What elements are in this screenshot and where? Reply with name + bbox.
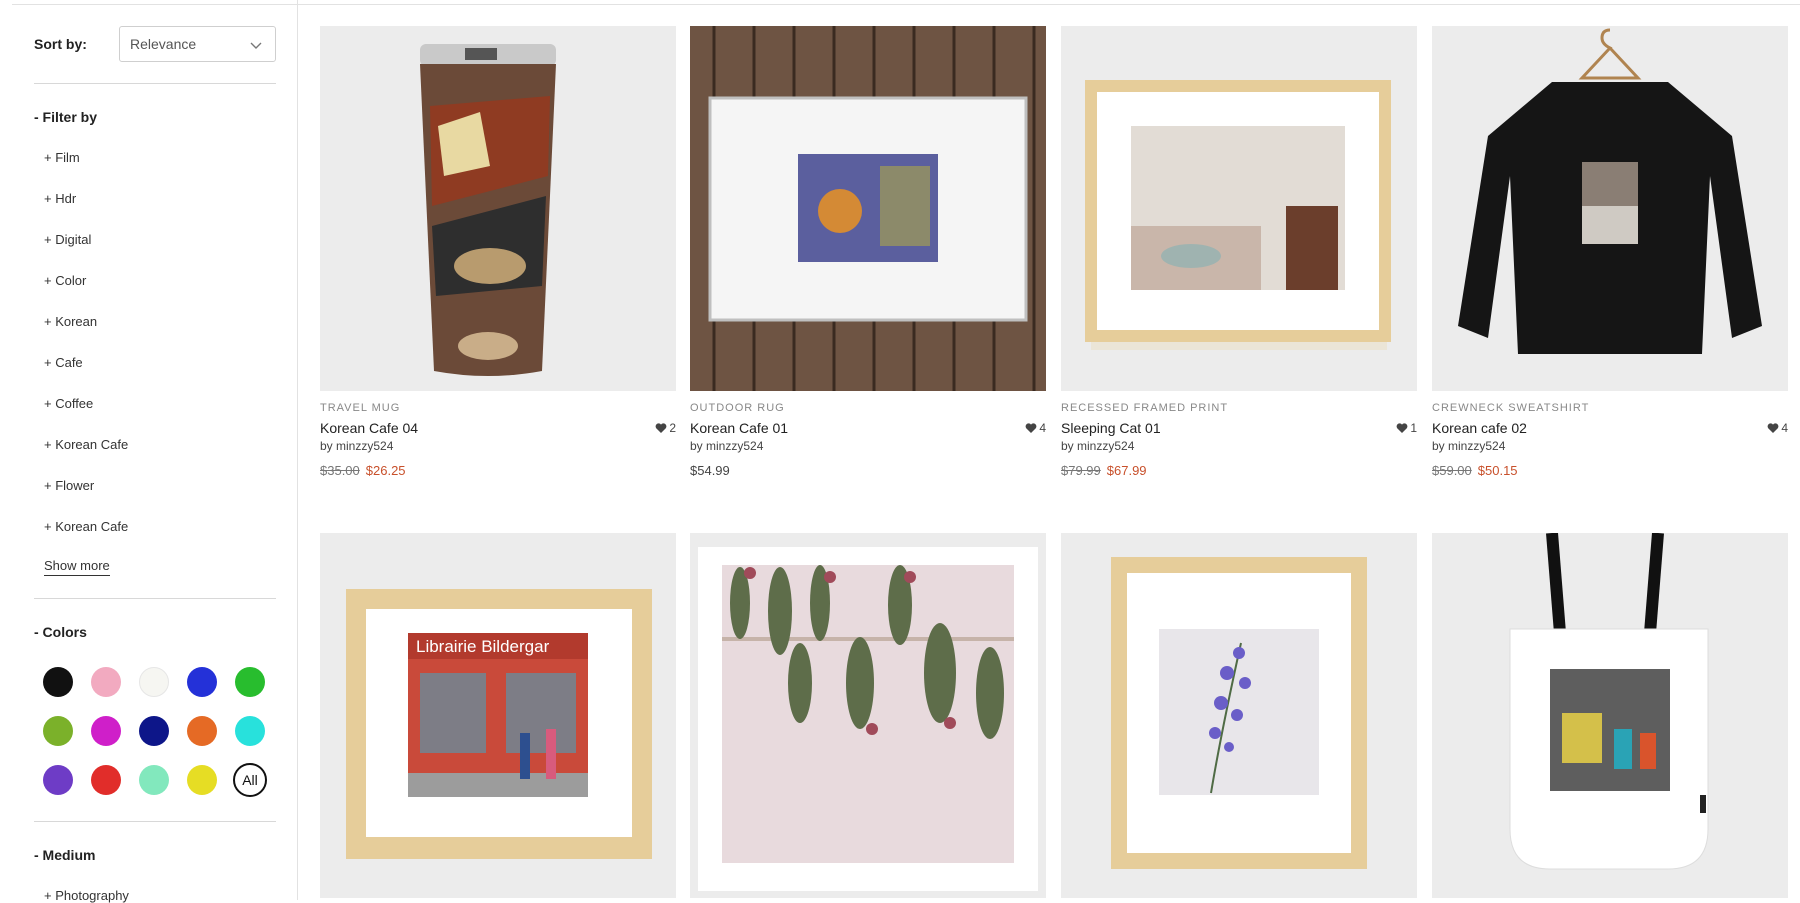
product-type: CREWNECK SWEATSHIRT — [1432, 402, 1590, 414]
product-card[interactable]: RECESSED FRAMED PRINT Sleeping Cat 01 1 … — [1061, 26, 1417, 478]
show-more-link[interactable]: Show more — [44, 558, 110, 576]
divider — [34, 83, 276, 84]
product-type: OUTDOOR RUG — [690, 402, 785, 414]
filter-item[interactable]: + Digital — [44, 232, 91, 247]
original-price: $35.00 — [320, 463, 360, 478]
product-image-outdoor-rug[interactable] — [690, 26, 1046, 391]
filter-item[interactable]: + Color — [44, 273, 86, 288]
travel-mug-image — [320, 26, 676, 391]
filter-item[interactable]: + Korean Cafe — [44, 519, 128, 534]
filter-item[interactable]: + Film — [44, 150, 80, 165]
filter-item[interactable]: + Hdr — [44, 191, 76, 206]
product-image-framed-flower[interactable] — [1061, 533, 1417, 898]
color-swatch[interactable] — [139, 667, 169, 697]
product-price: $79.99 $67.99 — [1061, 463, 1417, 478]
filter-item-photography[interactable]: + Photography — [44, 888, 129, 903]
framed-flower-image — [1061, 533, 1417, 898]
sale-price: $50.15 — [1477, 463, 1518, 478]
original-price: $59.00 — [1432, 463, 1472, 478]
filter-item[interactable]: + Flower — [44, 478, 94, 493]
product-name[interactable]: Korean Cafe 04 — [320, 420, 418, 436]
sort-label: Sort by: — [34, 36, 87, 52]
filter-item[interactable]: + Coffee — [44, 396, 93, 411]
product-price: $35.00 $26.25 — [320, 463, 676, 478]
product-type: TRAVEL MUG — [320, 402, 401, 414]
filter-item[interactable]: + Korean Cafe — [44, 437, 128, 452]
divider — [34, 821, 276, 822]
product-artist[interactable]: by minzzy524 — [320, 439, 676, 453]
likes-count: 4 — [1039, 421, 1046, 435]
price: $54.99 — [690, 463, 730, 478]
product-price: $54.99 — [690, 463, 1046, 478]
dried-flowers-image — [690, 533, 1046, 898]
color-swatch[interactable] — [235, 667, 265, 697]
sidebar-divider — [297, 0, 298, 900]
product-name[interactable]: Korean cafe 02 — [1432, 420, 1527, 436]
product-card[interactable] — [690, 533, 1046, 898]
sweatshirt-image — [1432, 26, 1788, 391]
sort-dropdown[interactable]: Relevance — [119, 26, 276, 62]
product-artist[interactable]: by minzzy524 — [1061, 439, 1417, 453]
heart-icon — [1767, 423, 1779, 433]
likes-button[interactable]: 2 — [655, 421, 676, 435]
color-swatch[interactable] — [187, 716, 217, 746]
product-image-framed-print[interactable] — [1061, 26, 1417, 391]
chevron-down-icon — [250, 42, 262, 49]
color-swatch[interactable] — [91, 765, 121, 795]
product-card[interactable] — [1061, 533, 1417, 898]
product-image-sweatshirt[interactable] — [1432, 26, 1788, 391]
color-swatch[interactable] — [139, 765, 169, 795]
heart-icon — [1396, 423, 1408, 433]
outdoor-rug-image — [690, 26, 1046, 391]
filter-by-toggle[interactable]: - Filter by — [34, 109, 97, 125]
product-name[interactable]: Sleeping Cat 01 — [1061, 420, 1161, 436]
color-swatch[interactable] — [139, 716, 169, 746]
tote-bag-image — [1432, 533, 1788, 898]
product-card[interactable]: OUTDOOR RUG Korean Cafe 01 4 by minzzy52… — [690, 26, 1046, 478]
framed-bookstore-image: Librairie Bildergar — [320, 533, 676, 898]
product-price: $59.00 $50.15 — [1432, 463, 1788, 478]
color-swatch[interactable] — [187, 765, 217, 795]
product-card[interactable]: TRAVEL MUG Korean Cafe 04 2 by minzzy524… — [320, 26, 676, 478]
product-card[interactable] — [1432, 533, 1788, 898]
product-name[interactable]: Korean Cafe 01 — [690, 420, 788, 436]
color-swatch[interactable] — [43, 765, 73, 795]
heart-icon — [1025, 423, 1037, 433]
sort-value: Relevance — [130, 36, 197, 52]
color-swatch[interactable] — [91, 716, 121, 746]
medium-toggle[interactable]: - Medium — [34, 847, 95, 863]
likes-button[interactable]: 4 — [1767, 421, 1788, 435]
color-swatch[interactable] — [235, 716, 265, 746]
product-image-travel-mug[interactable] — [320, 26, 676, 391]
product-image-framed-bookstore[interactable]: Librairie Bildergar — [320, 533, 676, 898]
product-card[interactable]: Librairie Bildergar — [320, 533, 676, 898]
product-image-tote-bag[interactable] — [1432, 533, 1788, 898]
filter-item[interactable]: + Korean — [44, 314, 97, 329]
likes-count: 4 — [1781, 421, 1788, 435]
storefront-sign: Librairie Bildergar — [416, 637, 550, 656]
framed-print-image — [1061, 26, 1417, 391]
product-card[interactable]: CREWNECK SWEATSHIRT Korean cafe 02 4 by … — [1432, 26, 1788, 478]
product-type: RECESSED FRAMED PRINT — [1061, 402, 1229, 414]
likes-count: 1 — [1410, 421, 1417, 435]
filter-item[interactable]: + Cafe — [44, 355, 83, 370]
likes-button[interactable]: 4 — [1025, 421, 1046, 435]
product-artist[interactable]: by minzzy524 — [690, 439, 1046, 453]
color-swatch[interactable] — [43, 667, 73, 697]
heart-icon — [655, 423, 667, 433]
sale-price: $67.99 — [1106, 463, 1147, 478]
divider — [34, 598, 276, 599]
likes-count: 2 — [669, 421, 676, 435]
likes-button[interactable]: 1 — [1396, 421, 1417, 435]
color-swatch-all[interactable]: All — [233, 763, 267, 797]
filter-sidebar: Sort by: Relevance - Filter by + Film + … — [0, 0, 297, 903]
color-swatch[interactable] — [187, 667, 217, 697]
original-price: $79.99 — [1061, 463, 1101, 478]
sale-price: $26.25 — [365, 463, 406, 478]
product-artist[interactable]: by minzzy524 — [1432, 439, 1788, 453]
color-swatch[interactable] — [43, 716, 73, 746]
color-swatch[interactable] — [91, 667, 121, 697]
colors-toggle[interactable]: - Colors — [34, 624, 87, 640]
product-image-dried-flowers[interactable] — [690, 533, 1046, 898]
